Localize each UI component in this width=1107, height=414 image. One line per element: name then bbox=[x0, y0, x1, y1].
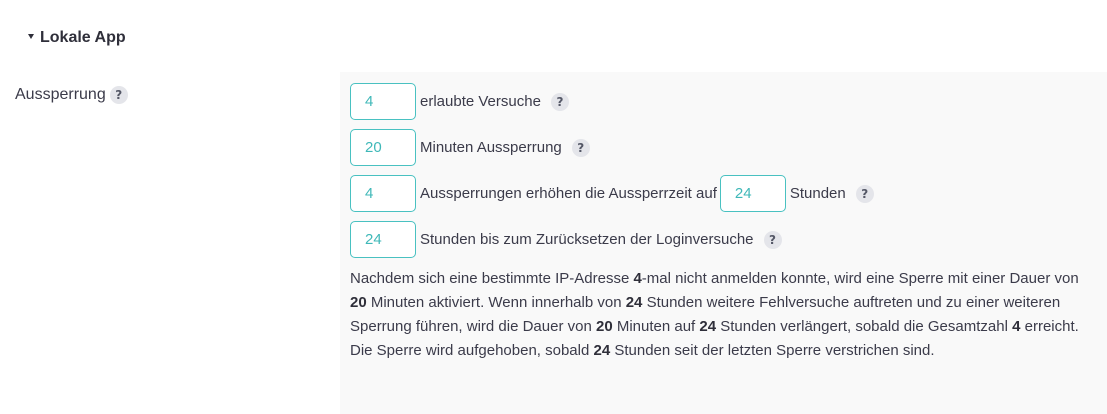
help-icon[interactable]: ? bbox=[763, 230, 782, 249]
description-value: 4 bbox=[633, 270, 642, 287]
description-text: Stunden seit der letzten Sperre verstric… bbox=[610, 342, 935, 359]
reset-field: Stunden bis zum Zurücksetzen der Loginve… bbox=[350, 221, 782, 258]
description-value: 20 bbox=[350, 294, 367, 311]
description-text: Nachdem sich eine bestimmte IP-Adresse bbox=[350, 270, 634, 287]
attempts-label: erlaubte Versuche bbox=[420, 93, 541, 110]
description-value: 24 bbox=[593, 342, 611, 359]
lockout-minutes-label: Minuten Aussperrung bbox=[420, 139, 562, 156]
help-icon[interactable]: ? bbox=[109, 86, 128, 104]
section-toggle-lokale-app[interactable]: Lokale App bbox=[28, 29, 126, 47]
help-icon[interactable]: ? bbox=[855, 184, 874, 203]
help-icon[interactable]: ? bbox=[550, 92, 569, 111]
escalation-hours-input[interactable] bbox=[719, 175, 786, 212]
description-value: 20 bbox=[595, 318, 613, 335]
lockout-row-label: Aussperrung ? bbox=[15, 86, 128, 104]
caret-down-icon bbox=[28, 34, 34, 39]
escalation-label: Aussperrungen erhöhen die Aussperrzeit a… bbox=[420, 185, 717, 202]
escalation-count-input[interactable] bbox=[350, 175, 416, 212]
help-icon[interactable]: ? bbox=[571, 138, 590, 157]
attempts-input[interactable] bbox=[350, 83, 416, 120]
reset-label: Stunden bis zum Zurücksetzen der Loginve… bbox=[420, 231, 754, 248]
page: Lokale App Aussperrung ? erlaubte Versuc… bbox=[0, 0, 1107, 414]
description-text: Stunden verlängert, sobald die Gesamtzah… bbox=[716, 318, 1013, 335]
lockout-description: Nachdem sich eine bestimmte IP-Adresse 4… bbox=[350, 267, 1080, 363]
description-text: -mal nicht anmelden konnte, wird eine Sp… bbox=[641, 270, 1079, 287]
lockout-minutes-input[interactable] bbox=[350, 129, 416, 166]
description-value: 24 bbox=[625, 294, 643, 311]
escalation-field: Aussperrungen erhöhen die Aussperrzeit a… bbox=[350, 175, 874, 212]
attempts-field: erlaubte Versuche ? bbox=[350, 83, 569, 120]
description-value: 24 bbox=[699, 318, 717, 335]
escalation-unit-label: Stunden bbox=[789, 185, 846, 202]
section-title: Lokale App bbox=[40, 29, 126, 46]
description-text: Minuten auf bbox=[612, 318, 700, 335]
lockout-label: Aussperrung bbox=[15, 86, 106, 103]
description-text: Minuten aktiviert. Wenn innerhalb von bbox=[366, 294, 626, 311]
reset-hours-input[interactable] bbox=[350, 221, 416, 258]
minutes-field: Minuten Aussperrung ? bbox=[350, 129, 590, 166]
